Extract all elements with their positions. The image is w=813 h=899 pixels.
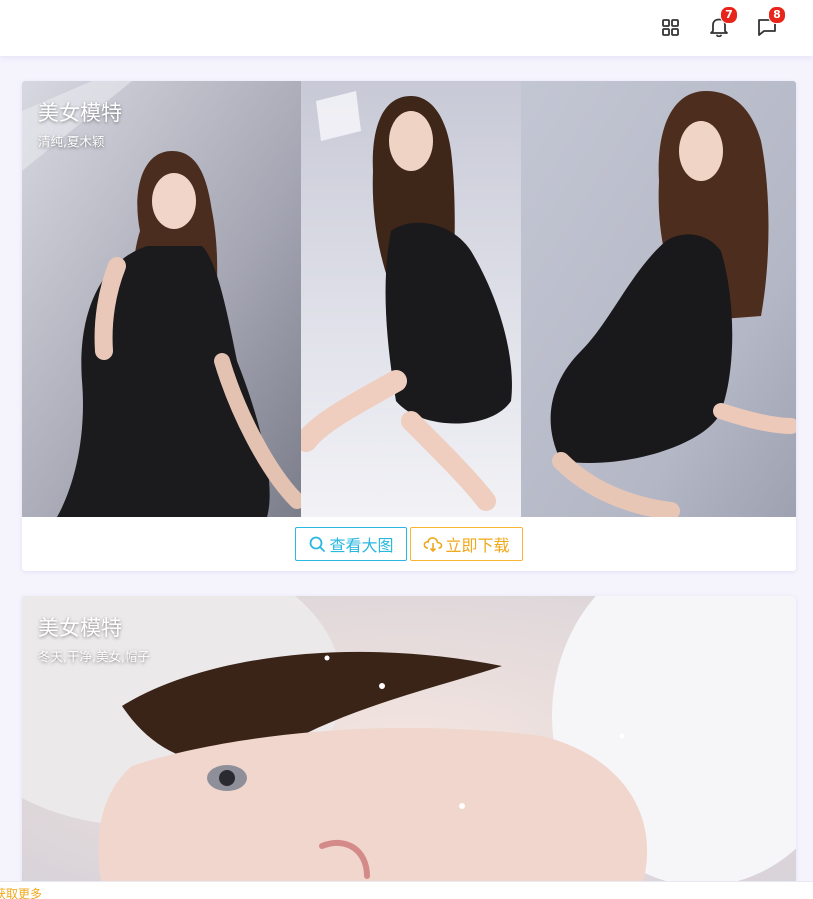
wallpaper-card: 美女模特 冬天,干净,美女,帽子: [22, 596, 796, 886]
photo-strip[interactable]: 美女模特 清纯,夏木颖: [22, 81, 796, 517]
view-button-label: 查看大图: [329, 536, 394, 555]
wallpaper-card: 美女模特 清纯,夏木颖 查看大图 立即下载: [22, 81, 796, 571]
photo-illustration: [521, 81, 796, 517]
download-button-label: 立即下载: [445, 536, 510, 555]
view-full-image-button[interactable]: 查看大图: [295, 527, 407, 561]
load-more-link[interactable]: 获取更多: [0, 885, 42, 899]
card-title: 美女模特: [38, 101, 122, 125]
top-bar: 7 8: [0, 0, 813, 56]
photo-illustration: [301, 81, 521, 517]
card-tags: 冬天,干净,美女,帽子: [38, 649, 150, 664]
message-count-badge: 8: [768, 6, 786, 24]
notification-count-badge: 7: [720, 6, 738, 24]
card-actions: 查看大图 立即下载: [22, 517, 796, 571]
bottom-bar: 获取更多: [0, 881, 813, 899]
message-button[interactable]: 8: [754, 6, 786, 40]
grid-apps-icon[interactable]: [658, 14, 684, 40]
cloud-download-icon: [423, 537, 442, 553]
photo-strip[interactable]: 美女模特 冬天,干净,美女,帽子: [22, 596, 796, 886]
photo-illustration: [22, 596, 796, 886]
card-title: 美女模特: [38, 616, 122, 640]
photo-model-back-view[interactable]: 美女模特 清纯,夏木颖: [22, 81, 301, 517]
download-now-button[interactable]: 立即下载: [409, 527, 523, 561]
photo-model-reclining[interactable]: [521, 81, 796, 517]
card-tags: 清纯,夏木颖: [38, 134, 105, 149]
photo-model-sitting[interactable]: [301, 81, 521, 517]
bell-button[interactable]: 7: [706, 6, 738, 40]
search-icon: [310, 536, 326, 552]
photo-model-winter-hat[interactable]: 美女模特 冬天,干净,美女,帽子: [22, 596, 796, 886]
